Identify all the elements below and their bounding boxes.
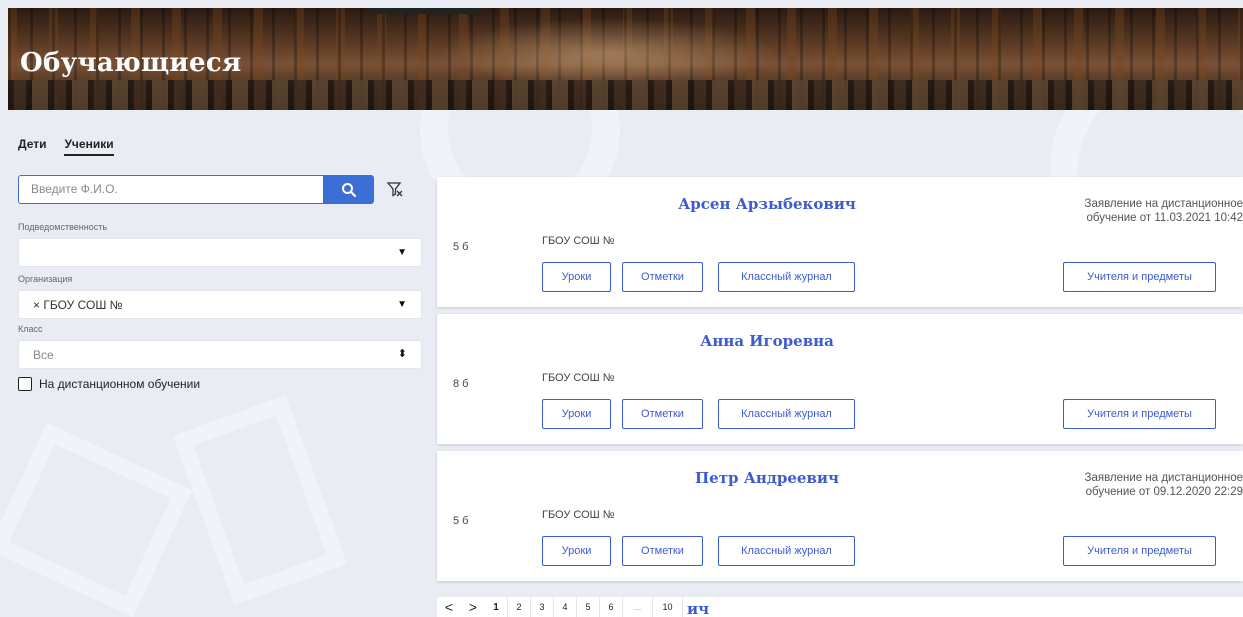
pagination: < > 1 2 3 4 5 6 ... 10 ич [437, 597, 1243, 617]
student-grade: 5 б [453, 241, 469, 253]
distance-notice: Заявление на дистанционное обучение от 1… [1084, 198, 1243, 225]
student-name[interactable]: Петр Андреевич [437, 469, 1097, 487]
student-grade: 8 б [453, 378, 469, 390]
organization-selected-value: × ГБОУ СОШ № [33, 298, 123, 312]
next-page-button[interactable]: > [461, 597, 485, 617]
distance-learning-filter[interactable]: На дистанционном обучении [18, 377, 200, 391]
student-grade: 5 б [453, 515, 469, 527]
search-button[interactable] [324, 175, 374, 204]
page-ellipsis: ... [623, 597, 653, 617]
distance-checkbox[interactable] [18, 377, 32, 391]
organization-select[interactable]: × ГБОУ СОШ № ▼ [18, 290, 422, 319]
page-button[interactable]: 1 [485, 597, 508, 617]
updown-icon: ⬍ [397, 348, 407, 360]
student-name[interactable]: Анна Игоревна [437, 332, 1097, 350]
page-button[interactable]: 3 [531, 597, 554, 617]
organization-label: Организация [18, 274, 73, 284]
distance-notice: Заявление на дистанционное обучение от 0… [1084, 472, 1243, 499]
lessons-button[interactable]: Уроки [542, 399, 611, 429]
student-school: ГБОУ СОШ № [542, 235, 615, 247]
distance-checkbox-label: На дистанционном обучении [39, 377, 201, 391]
lessons-button[interactable]: Уроки [542, 536, 611, 566]
clear-filter-icon[interactable] [386, 180, 404, 198]
page-button[interactable]: 5 [577, 597, 600, 617]
class-label: Класс [18, 324, 43, 334]
page-button[interactable]: 10 [653, 597, 683, 617]
page-title: Обучающиеся [20, 48, 242, 78]
subordination-select[interactable]: ▼ [18, 238, 422, 267]
tab-children[interactable]: Дети [18, 137, 46, 156]
dropdown-icon: ▼ [397, 247, 407, 258]
subordination-label: Подведомственность [18, 222, 108, 232]
teachers-subjects-button[interactable]: Учителя и предметы [1063, 399, 1216, 429]
student-card: Петр Андреевич Заявление на дистанционно… [437, 451, 1243, 581]
search-icon [342, 182, 357, 197]
dropdown-icon: ▼ [397, 299, 407, 310]
teachers-subjects-button[interactable]: Учителя и предметы [1063, 536, 1216, 566]
page-button[interactable]: 2 [508, 597, 531, 617]
partial-student-name: ич [687, 600, 710, 617]
search-input[interactable]: Введите Ф.И.О. [18, 175, 324, 204]
class-selected-value: Все [33, 348, 54, 362]
prev-page-button[interactable]: < [437, 597, 461, 617]
teachers-subjects-button[interactable]: Учителя и предметы [1063, 262, 1216, 292]
page-button[interactable]: 4 [554, 597, 577, 617]
marks-button[interactable]: Отметки [622, 399, 703, 429]
header-banner: Обучающиеся [8, 8, 1243, 110]
tabs: Дети Ученики [18, 137, 114, 156]
class-select[interactable]: Все ⬍ [18, 340, 422, 369]
page-button[interactable]: 6 [600, 597, 623, 617]
student-school: ГБОУ СОШ № [542, 372, 615, 384]
class-journal-button[interactable]: Классный журнал [718, 536, 855, 566]
tab-students[interactable]: Ученики [64, 137, 114, 156]
marks-button[interactable]: Отметки [622, 262, 703, 292]
class-journal-button[interactable]: Классный журнал [718, 399, 855, 429]
student-card: Арсен Арзыбекович Заявление на дистанцио… [437, 177, 1243, 307]
student-school: ГБОУ СОШ № [542, 509, 615, 521]
lessons-button[interactable]: Уроки [542, 262, 611, 292]
student-name[interactable]: Арсен Арзыбекович [437, 195, 1097, 213]
marks-button[interactable]: Отметки [622, 536, 703, 566]
class-journal-button[interactable]: Классный журнал [718, 262, 855, 292]
student-card: Анна Игоревна 8 б ГБОУ СОШ № Уроки Отмет… [437, 314, 1243, 444]
